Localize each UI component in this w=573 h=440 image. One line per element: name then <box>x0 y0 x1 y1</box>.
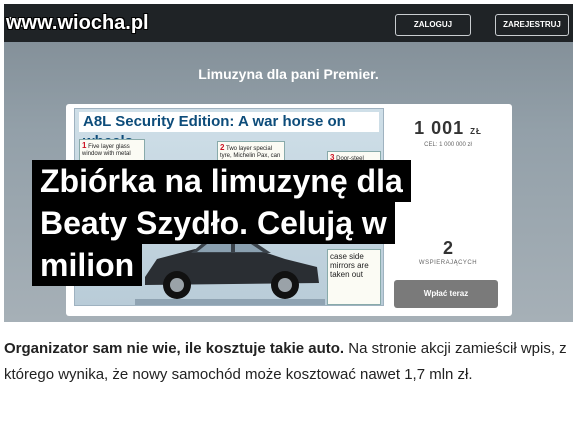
headline-line: milion <box>32 244 143 286</box>
site-watermark: www.wiocha.pl <box>6 12 149 34</box>
raised-value: 1 001 <box>414 118 465 138</box>
raised-amount: 1 001 ZŁ <box>392 118 504 139</box>
caption-lead: Organizator sam nie wie, ile kosztuje ta… <box>4 340 345 357</box>
headline-line: Beaty Szydło. Celują w <box>32 202 395 244</box>
note-number: 1 <box>82 141 87 150</box>
infographic-title: A8L Security Edition: A war horse on whe… <box>79 112 379 150</box>
campaign-title: Limuzyna dla pani Premier. <box>198 66 379 82</box>
headline-overlay: Zbiórka na limuzynę dla Beaty Szydło. Ce… <box>32 160 464 286</box>
note-text: Five layer glass window with metal <box>82 144 131 157</box>
headline-line: Zbiórka na limuzynę dla <box>32 160 411 202</box>
login-button[interactable]: ZALOGUJ <box>395 14 471 36</box>
raised-currency: ZŁ <box>470 127 482 136</box>
note-text: Two layer special tyre, Michelin Pax, ca… <box>220 146 281 159</box>
screenshot-panel: P... ZALOGUJ ZAREJESTRUJ Limuzyna dla pa… <box>4 4 573 322</box>
funding-goal: CEL: 1 000 000 zł <box>424 142 472 148</box>
register-button[interactable]: ZAREJESTRUJ <box>495 14 569 36</box>
article-caption: Organizator sam nie wie, ile kosztuje ta… <box>4 336 569 388</box>
note-number: 2 <box>220 143 225 152</box>
